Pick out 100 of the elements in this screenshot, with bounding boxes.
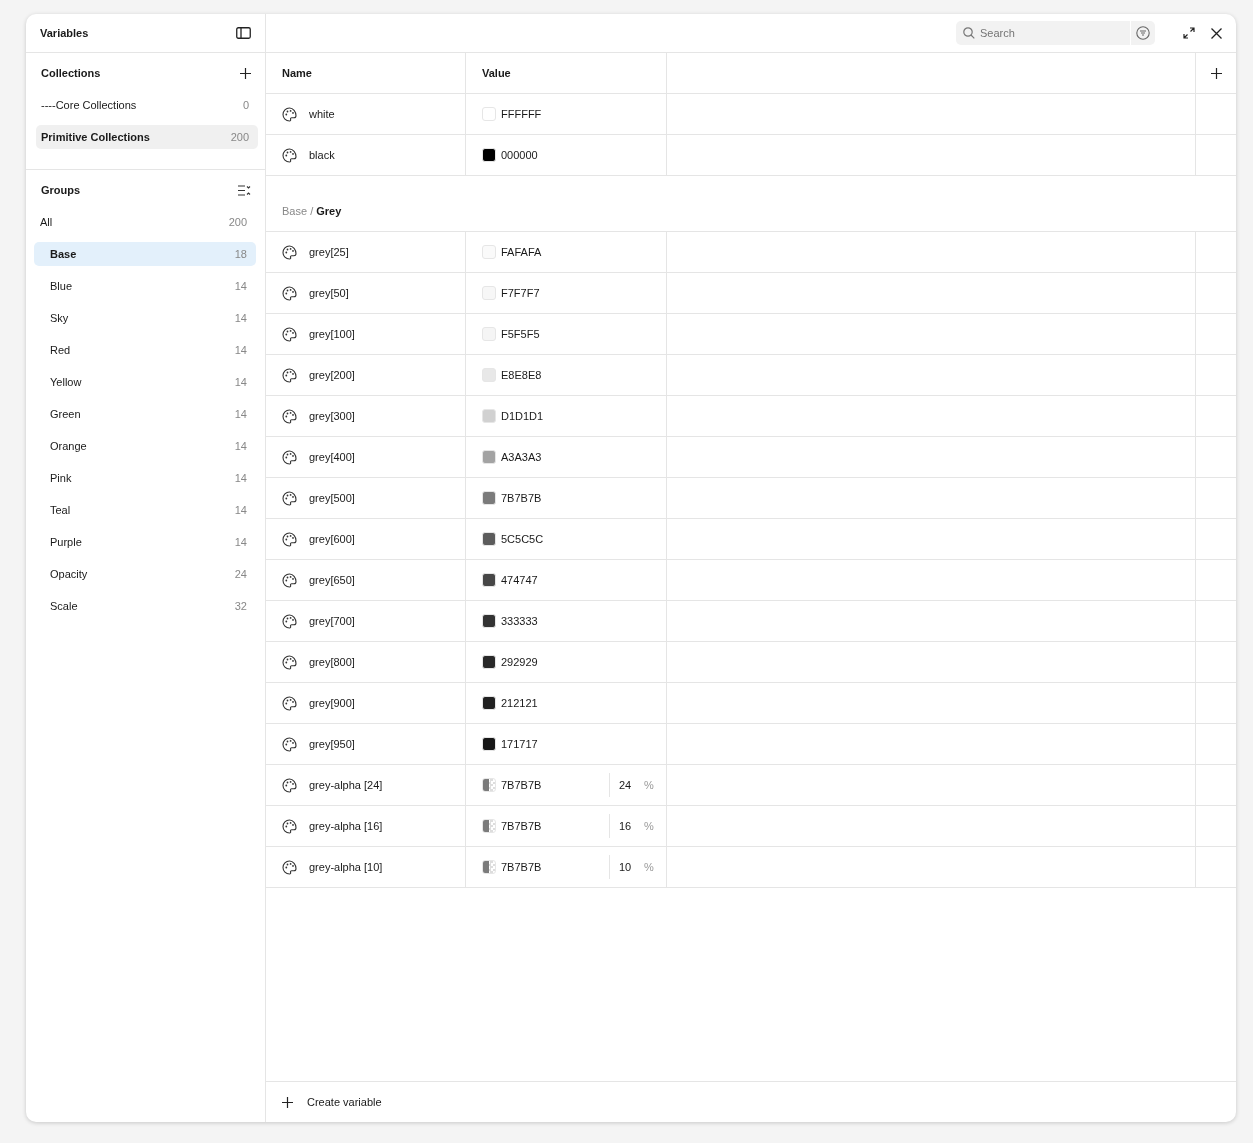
panel-title: Variables xyxy=(40,27,89,39)
variable-name: grey[25] xyxy=(309,246,349,258)
percent-unit: % xyxy=(644,779,654,791)
variable-name: grey[500] xyxy=(309,492,355,504)
section-title: Groups xyxy=(41,184,81,196)
color-swatch[interactable] xyxy=(482,778,496,792)
close-icon[interactable] xyxy=(1211,27,1222,39)
palette-icon xyxy=(282,613,297,629)
color-swatch[interactable] xyxy=(482,614,496,628)
sidebar-toggle-icon[interactable] xyxy=(236,27,251,39)
palette-icon xyxy=(282,490,297,506)
variable-name: grey[50] xyxy=(309,287,349,299)
palette-icon xyxy=(282,326,297,342)
variable-name: grey[300] xyxy=(309,410,355,422)
hex-value[interactable]: 5C5C5C xyxy=(501,533,604,545)
variable-name: grey[800] xyxy=(309,656,355,668)
variable-name: grey-alpha [16] xyxy=(309,820,383,832)
hex-value[interactable]: F5F5F5 xyxy=(501,328,604,340)
variable-name: grey[700] xyxy=(309,615,355,627)
color-swatch[interactable] xyxy=(482,655,496,669)
palette-icon xyxy=(282,449,297,465)
palette-icon xyxy=(282,106,297,122)
variable-name: grey[900] xyxy=(309,697,355,709)
group-item[interactable]: Purple 14 xyxy=(34,530,256,554)
hex-value[interactable]: D1D1D1 xyxy=(501,410,604,422)
hex-value[interactable]: F7F7F7 xyxy=(501,287,604,299)
group-item[interactable]: Green 14 xyxy=(34,402,256,426)
group-path: Base / Grey xyxy=(282,205,342,217)
color-swatch[interactable] xyxy=(482,327,496,341)
hex-value[interactable]: 7B7B7B xyxy=(501,492,604,504)
hex-value[interactable]: FAFAFA xyxy=(501,246,604,258)
palette-icon xyxy=(282,777,297,793)
color-swatch[interactable] xyxy=(482,409,496,423)
color-swatch[interactable] xyxy=(482,860,496,874)
color-swatch[interactable] xyxy=(482,450,496,464)
hex-value[interactable]: E8E8E8 xyxy=(501,369,604,381)
variable-name: grey[400] xyxy=(309,451,355,463)
color-swatch[interactable] xyxy=(482,286,496,300)
color-swatch[interactable] xyxy=(482,491,496,505)
collapse-list-icon[interactable] xyxy=(238,184,251,196)
color-swatch[interactable] xyxy=(482,532,496,546)
hex-value[interactable]: A3A3A3 xyxy=(501,451,604,463)
variable-name: black xyxy=(309,149,335,161)
hex-value[interactable]: 7B7B7B xyxy=(501,820,604,832)
column-header: Value xyxy=(466,53,667,93)
opacity-value[interactable]: 10 xyxy=(609,855,639,879)
opacity-value[interactable]: 24 xyxy=(609,773,639,797)
group-item[interactable]: Orange 14 xyxy=(34,434,256,458)
variable-name: grey[950] xyxy=(309,738,355,750)
collection-item[interactable]: Primitive Collections 200 xyxy=(36,125,258,149)
expand-icon[interactable] xyxy=(1183,27,1195,39)
hex-value[interactable]: 212121 xyxy=(501,697,604,709)
palette-icon xyxy=(282,531,297,547)
opacity-value[interactable]: 16 xyxy=(609,814,639,838)
palette-icon xyxy=(282,285,297,301)
palette-icon xyxy=(282,244,297,260)
create-variable-button[interactable]: Create variable xyxy=(282,1096,382,1108)
palette-icon xyxy=(282,408,297,424)
filter-button[interactable] xyxy=(1130,21,1155,45)
group-item[interactable]: Sky 14 xyxy=(34,306,256,330)
hex-value[interactable]: 000000 xyxy=(501,149,604,161)
color-swatch[interactable] xyxy=(482,819,496,833)
hex-value[interactable]: 474747 xyxy=(501,574,604,586)
hex-value[interactable]: FFFFFF xyxy=(501,108,604,120)
add-icon xyxy=(282,1096,293,1108)
add-column-icon[interactable] xyxy=(1210,67,1222,79)
palette-icon xyxy=(282,736,297,752)
group-item[interactable]: Red 14 xyxy=(34,338,256,362)
palette-icon xyxy=(282,572,297,588)
group-item[interactable]: Pink 14 xyxy=(34,466,256,490)
color-swatch[interactable] xyxy=(482,368,496,382)
hex-value[interactable]: 7B7B7B xyxy=(501,779,604,791)
hex-value[interactable]: 333333 xyxy=(501,615,604,627)
group-item[interactable]: Blue 14 xyxy=(34,274,256,298)
section-title: Collections xyxy=(41,67,101,79)
group-item[interactable]: All 200 xyxy=(34,210,256,234)
palette-icon xyxy=(282,367,297,383)
hex-value[interactable]: 7B7B7B xyxy=(501,861,604,873)
group-item[interactable]: Opacity 24 xyxy=(34,562,256,586)
percent-unit: % xyxy=(644,820,654,832)
collection-item[interactable]: ----Core Collections 0 xyxy=(36,93,258,117)
color-swatch[interactable] xyxy=(482,245,496,259)
group-item[interactable]: Scale 32 xyxy=(34,594,256,618)
palette-icon xyxy=(282,859,297,875)
search-field[interactable]: Search xyxy=(956,21,1130,45)
group-item[interactable]: Teal 14 xyxy=(34,498,256,522)
color-swatch[interactable] xyxy=(482,107,496,121)
palette-icon xyxy=(282,654,297,670)
group-item[interactable]: Yellow 14 xyxy=(34,370,256,394)
column-header: Name xyxy=(266,53,466,93)
color-swatch[interactable] xyxy=(482,737,496,751)
palette-icon xyxy=(282,695,297,711)
color-swatch[interactable] xyxy=(482,573,496,587)
hex-value[interactable]: 171717 xyxy=(501,738,604,750)
add-icon[interactable] xyxy=(240,67,251,79)
palette-icon xyxy=(282,147,297,163)
hex-value[interactable]: 292929 xyxy=(501,656,604,668)
color-swatch[interactable] xyxy=(482,148,496,162)
color-swatch[interactable] xyxy=(482,696,496,710)
group-item[interactable]: Base 18 xyxy=(34,242,256,266)
